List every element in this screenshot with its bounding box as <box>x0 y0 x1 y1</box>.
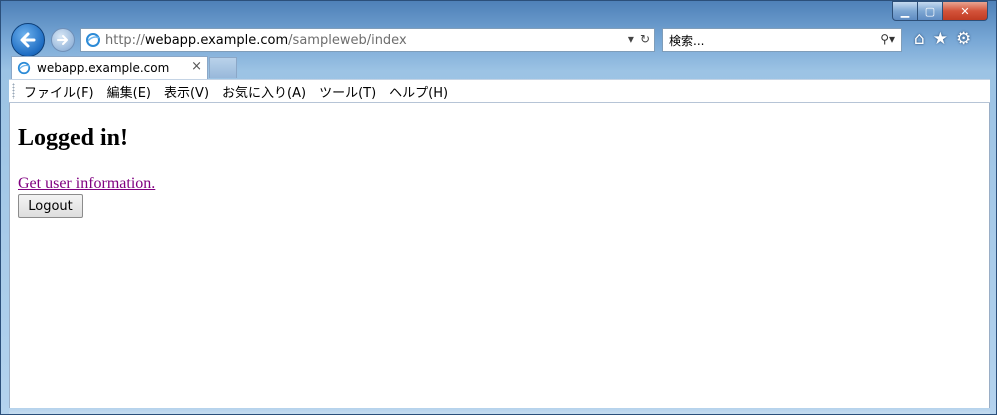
search-placeholder: 検索... <box>669 33 705 48</box>
page-title: Logged in! <box>18 125 129 151</box>
menu-help[interactable]: ヘルプ(H) <box>389 82 448 101</box>
menu-file[interactable]: ファイル(F) <box>24 82 94 101</box>
window-controls: ▁ ▢ ✕ <box>892 1 988 21</box>
search-box[interactable]: 検索... ⚲▾ <box>662 28 902 52</box>
ie-page-icon <box>17 61 31 75</box>
menu-grip <box>12 83 15 99</box>
address-dropdown-icon[interactable]: ▾ <box>628 32 634 46</box>
tab-label: webapp.example.com <box>37 61 170 75</box>
browser-window: ▁ ▢ ✕ http://webapp.example.com/samplewe… <box>0 0 997 415</box>
url-prefix: http:// <box>105 32 145 48</box>
forward-button[interactable] <box>51 28 75 52</box>
menu-edit[interactable]: 編集(E) <box>107 82 151 101</box>
gear-icon[interactable]: ⚙ <box>956 29 971 49</box>
menu-favorites[interactable]: お気に入り(A) <box>222 82 306 101</box>
window-bottom-border <box>9 408 990 414</box>
close-window-button[interactable]: ✕ <box>943 1 988 21</box>
search-icon[interactable]: ⚲▾ <box>880 32 895 46</box>
menu-tools[interactable]: ツール(T) <box>319 82 376 101</box>
url-host: webapp.example.com <box>144 32 289 48</box>
tab-close-icon[interactable]: × <box>191 59 202 74</box>
page-content: Logged in! Get user information. Logout <box>9 103 990 409</box>
ie-page-icon <box>86 33 100 47</box>
menu-view[interactable]: 表示(V) <box>164 82 209 101</box>
favorites-star-icon[interactable]: ★ <box>933 29 948 49</box>
back-arrow-icon <box>20 32 36 48</box>
forward-arrow-icon <box>57 35 68 45</box>
new-tab-button[interactable] <box>209 57 237 78</box>
user-info-link[interactable]: Get user information. <box>18 175 155 193</box>
address-bar[interactable]: http://webapp.example.com/sampleweb/inde… <box>80 28 655 52</box>
toolbar-icons: ⌂ ★ ⚙ <box>914 29 971 49</box>
back-button[interactable] <box>11 23 45 57</box>
url-path: /sampleweb/index <box>288 32 407 48</box>
address-tools: ▾ ↻ <box>628 32 650 46</box>
menu-bar: ファイル(F) 編集(E) 表示(V) お気に入り(A) ツール(T) ヘルプ(… <box>9 79 990 103</box>
home-icon[interactable]: ⌂ <box>914 29 925 49</box>
tab-webapp[interactable]: webapp.example.com × <box>11 56 208 79</box>
maximize-button[interactable]: ▢ <box>918 1 943 21</box>
minimize-button[interactable]: ▁ <box>892 1 918 21</box>
url-text: http://webapp.example.com/sampleweb/inde… <box>105 33 407 48</box>
logout-button[interactable]: Logout <box>18 194 83 218</box>
refresh-icon[interactable]: ↻ <box>640 32 650 46</box>
